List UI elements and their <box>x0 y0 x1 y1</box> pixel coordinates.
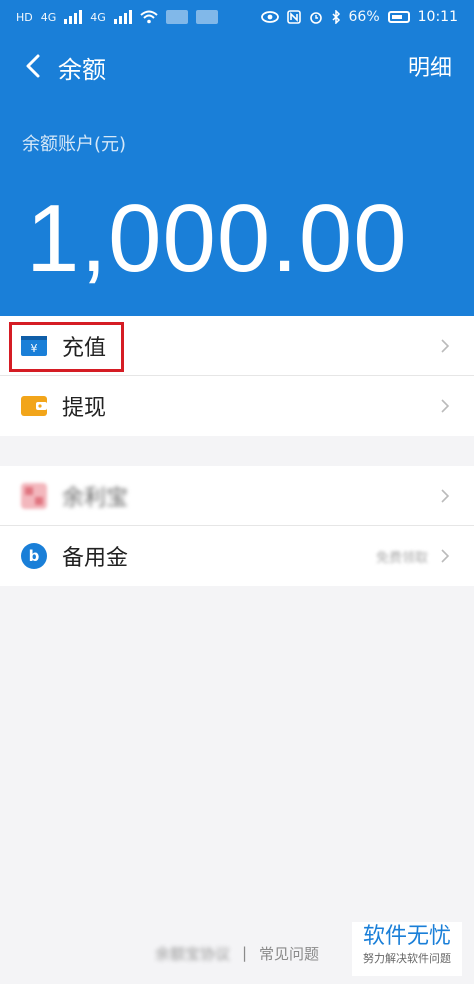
wifi-icon <box>140 10 158 24</box>
withdraw-row[interactable]: 提现 <box>0 376 474 436</box>
signal-icon-2 <box>113 10 132 24</box>
network-type-2: 4G <box>90 10 106 24</box>
chevron-right-icon <box>441 399 450 413</box>
reserve-fund-hint: 免费领取 <box>375 550 428 566</box>
detail-button[interactable]: 明细 <box>408 50 452 82</box>
chevron-right-icon <box>441 549 450 563</box>
blurred-notification-icon-2 <box>195 10 218 24</box>
hd-badge: HD <box>16 10 33 24</box>
balance-label: 余额账户(元) <box>22 134 127 155</box>
service-list: 余利宝 b 备用金 免费领取 <box>0 466 474 586</box>
blurred-notification-icon <box>165 10 188 24</box>
balance-amount: 1,000.00 <box>26 185 408 292</box>
status-bar: HD 4G 4G 66% 10:11 <box>0 0 474 34</box>
watermark-subtitle: 努力解决软件问题 <box>363 952 451 965</box>
battery-icon <box>387 11 410 23</box>
eye-icon <box>260 11 279 23</box>
yulibao-label: 余利宝 <box>62 485 129 511</box>
signal-icon <box>64 10 83 24</box>
reserve-fund-label: 备用金 <box>62 546 129 571</box>
withdraw-label: 提现 <box>62 396 107 421</box>
status-left: HD 4G 4G <box>16 10 218 24</box>
alarm-icon <box>309 12 322 24</box>
b-circle-icon: b <box>20 542 48 570</box>
network-type-1: 4G <box>40 10 57 24</box>
watermark: 软件无忧 努力解决软件问题 <box>352 922 462 976</box>
page-title: 余额 <box>58 56 106 84</box>
footer-separator: | <box>241 944 248 962</box>
back-arrow-icon[interactable] <box>20 52 48 80</box>
nfc-icon <box>286 10 301 24</box>
balance-header: 余额 明细 余额账户(元) 1,000.00 <box>0 34 474 316</box>
watermark-title: 软件无忧 <box>362 924 451 949</box>
yulibao-row[interactable]: 余利宝 <box>0 466 474 526</box>
svg-text:b: b <box>29 547 40 565</box>
battery-percent: 66% <box>348 9 380 25</box>
recharge-highlight-box <box>9 322 124 372</box>
bluetooth-icon <box>331 10 340 24</box>
blurred-logo-icon <box>20 482 48 510</box>
agreement-link[interactable]: 余额宝协议 <box>155 943 230 964</box>
wallet-icon <box>20 392 48 420</box>
chevron-right-icon <box>441 488 450 503</box>
clock: 10:11 <box>417 9 458 25</box>
status-right: 66% 10:11 <box>260 9 458 25</box>
reserve-fund-row[interactable]: b 备用金 免费领取 <box>0 526 474 586</box>
chevron-right-icon <box>441 338 450 353</box>
faq-link[interactable]: 常见问题 <box>259 943 319 964</box>
